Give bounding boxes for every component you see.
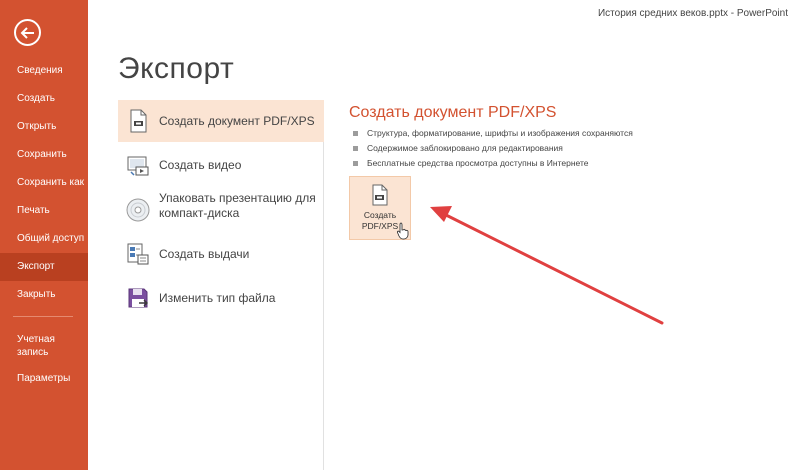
- page-title: Экспорт: [118, 52, 235, 85]
- feature-list: Структура, форматирование, шрифты и изоб…: [353, 126, 633, 171]
- sidebar-item-info[interactable]: Сведения: [0, 57, 88, 85]
- sidebar-item-options[interactable]: Параметры: [0, 365, 88, 393]
- option-package-cd[interactable]: Упаковать презентацию для компакт-диска: [118, 189, 324, 231]
- option-create-handouts[interactable]: Создать выдачи: [118, 233, 324, 275]
- list-item: Содержимое заблокировано для редактирова…: [353, 141, 633, 156]
- sidebar-item-print[interactable]: Печать: [0, 197, 88, 225]
- option-label: Создать видео: [159, 158, 242, 172]
- detail-title: Создать документ PDF/XPS: [349, 104, 557, 121]
- window-title: История средних веков.pptx - PowerPoint: [597, 8, 788, 19]
- list-item: Бесплатные средства просмотра доступны в…: [353, 156, 633, 171]
- sidebar-item-export[interactable]: Экспорт: [0, 253, 88, 281]
- video-icon: [125, 152, 151, 178]
- sidebar-item-share[interactable]: Общий доступ: [0, 225, 88, 253]
- list-item: Структура, форматирование, шрифты и изоб…: [353, 126, 633, 141]
- option-label: Создать документ PDF/XPS: [159, 114, 315, 128]
- back-arrow-icon[interactable]: [14, 19, 41, 46]
- option-label: Упаковать презентацию для компакт-диска: [159, 191, 316, 220]
- hand-pointer-icon: [396, 222, 409, 240]
- cd-disc-icon: [125, 197, 151, 223]
- option-label: Изменить тип файла: [159, 291, 276, 305]
- sidebar-item-save[interactable]: Сохранить: [0, 141, 88, 169]
- sidebar-item-close[interactable]: Закрыть: [0, 281, 88, 309]
- save-as-type-icon: [125, 285, 151, 311]
- option-label: Создать выдачи: [159, 247, 250, 261]
- sidebar-item-new[interactable]: Создать: [0, 85, 88, 113]
- sidebar-divider: [13, 316, 73, 317]
- option-create-pdf-xps[interactable]: Создать документ PDF/XPS: [118, 100, 324, 142]
- handouts-icon: [125, 241, 151, 267]
- sidebar-item-account[interactable]: Учетная запись: [0, 331, 88, 361]
- pdf-document-icon: [371, 184, 389, 206]
- option-create-video[interactable]: Создать видео: [118, 144, 324, 186]
- pdf-document-icon: [125, 108, 151, 134]
- option-change-file-type[interactable]: Изменить тип файла: [118, 277, 324, 319]
- sidebar-item-open[interactable]: Открыть: [0, 113, 88, 141]
- backstage-sidebar: Сведения Создать Открыть Сохранить Сохра…: [0, 0, 88, 470]
- sidebar-item-save-as[interactable]: Сохранить как: [0, 169, 88, 197]
